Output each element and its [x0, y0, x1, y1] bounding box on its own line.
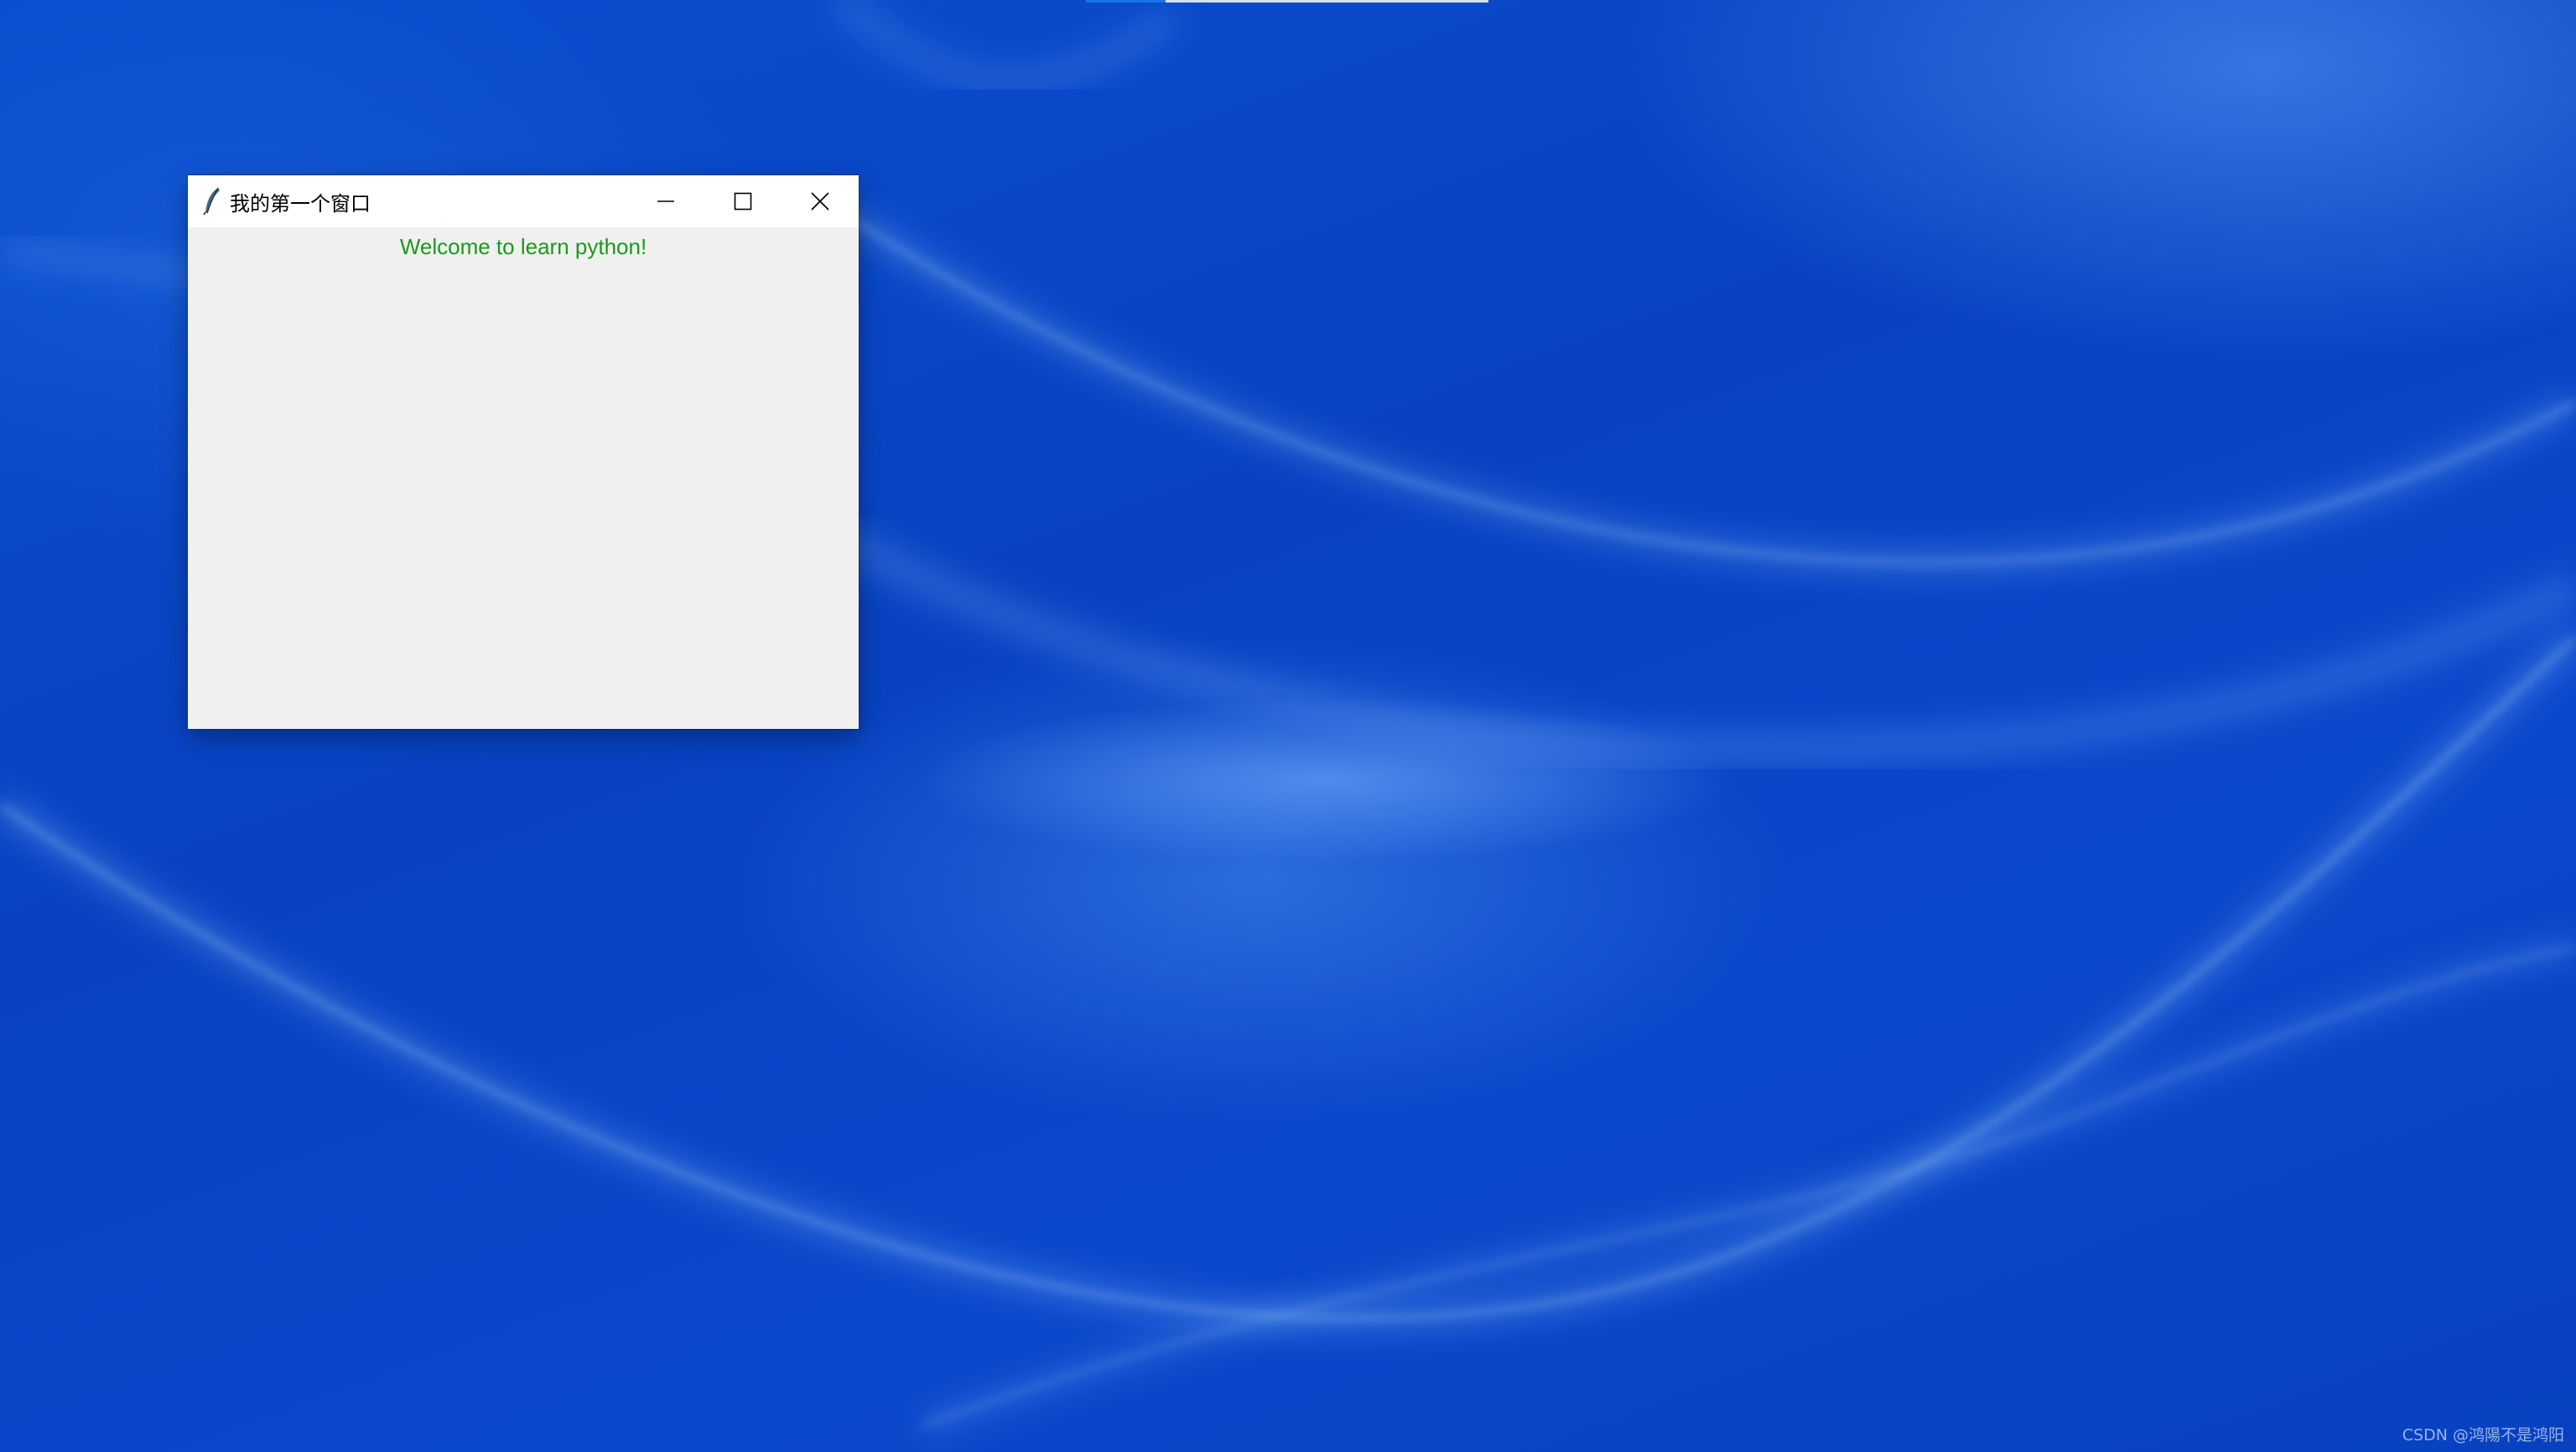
- window-titlebar[interactable]: 我的第一个窗口: [188, 175, 859, 227]
- close-icon: [811, 192, 829, 211]
- maximize-icon: [734, 192, 752, 211]
- desktop: 我的第一个窗口 Welcome to learn python! CSDN @鸿…: [0, 0, 2576, 1452]
- app-window: 我的第一个窗口 Welcome to learn python!: [188, 175, 859, 729]
- window-client-area: Welcome to learn python!: [188, 227, 859, 729]
- maximize-button[interactable]: [704, 175, 782, 227]
- tk-feather-icon[interactable]: [200, 185, 225, 218]
- close-button[interactable]: [782, 175, 859, 227]
- top-bar-accent: [1086, 0, 1166, 3]
- welcome-label: Welcome to learn python!: [399, 234, 647, 259]
- minimize-icon: [657, 200, 674, 202]
- caption-buttons: [627, 175, 859, 227]
- csdn-watermark: CSDN @鸿陽不是鸿阳: [2402, 1426, 2564, 1444]
- window-title: 我的第一个窗口: [230, 191, 371, 216]
- minimize-button[interactable]: [627, 175, 704, 227]
